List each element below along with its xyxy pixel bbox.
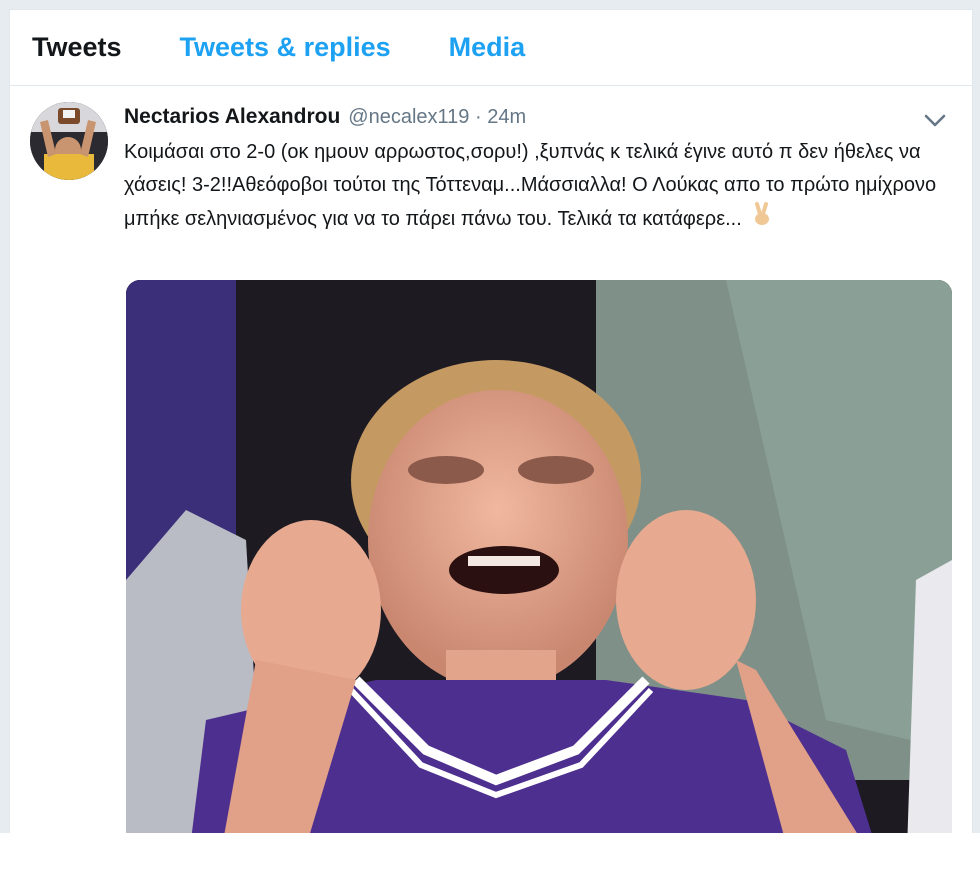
tab-media[interactable]: Media — [449, 32, 526, 63]
tweet-text-container: Κοιμάσαι στο 2-0 (οκ ημουν αρρωστος,σορυ… — [124, 136, 954, 237]
author-handle-and-time[interactable]: @necalex119 · 24m — [348, 106, 526, 129]
tweet-text: Κοιμάσαι στο 2-0 (οκ ημουν αρρωστος,σορυ… — [124, 141, 937, 230]
profile-timeline-card: Tweets Tweets & replies Media Nectarios … — [9, 9, 973, 834]
tweet-body: Nectarios Alexandrou @necalex119 · 24m Κ… — [124, 100, 950, 237]
photo-icon — [126, 280, 952, 833]
avatar-image — [30, 102, 108, 180]
chevron-down-icon[interactable] — [920, 108, 950, 132]
victory-hand-icon — [751, 202, 773, 237]
avatar[interactable] — [30, 102, 108, 180]
tweet-media-image[interactable] — [126, 280, 952, 833]
author-name[interactable]: Nectarios Alexandrou — [124, 105, 340, 129]
tab-tweets-and-replies[interactable]: Tweets & replies — [180, 32, 391, 63]
page-bottom-area — [0, 833, 980, 882]
tweet-header: Nectarios Alexandrou @necalex119 · 24m — [124, 100, 950, 134]
profile-tabs: Tweets Tweets & replies Media — [10, 10, 972, 86]
tab-tweets[interactable]: Tweets — [32, 32, 122, 63]
tweet-item[interactable]: Nectarios Alexandrou @necalex119 · 24m Κ… — [10, 86, 972, 237]
